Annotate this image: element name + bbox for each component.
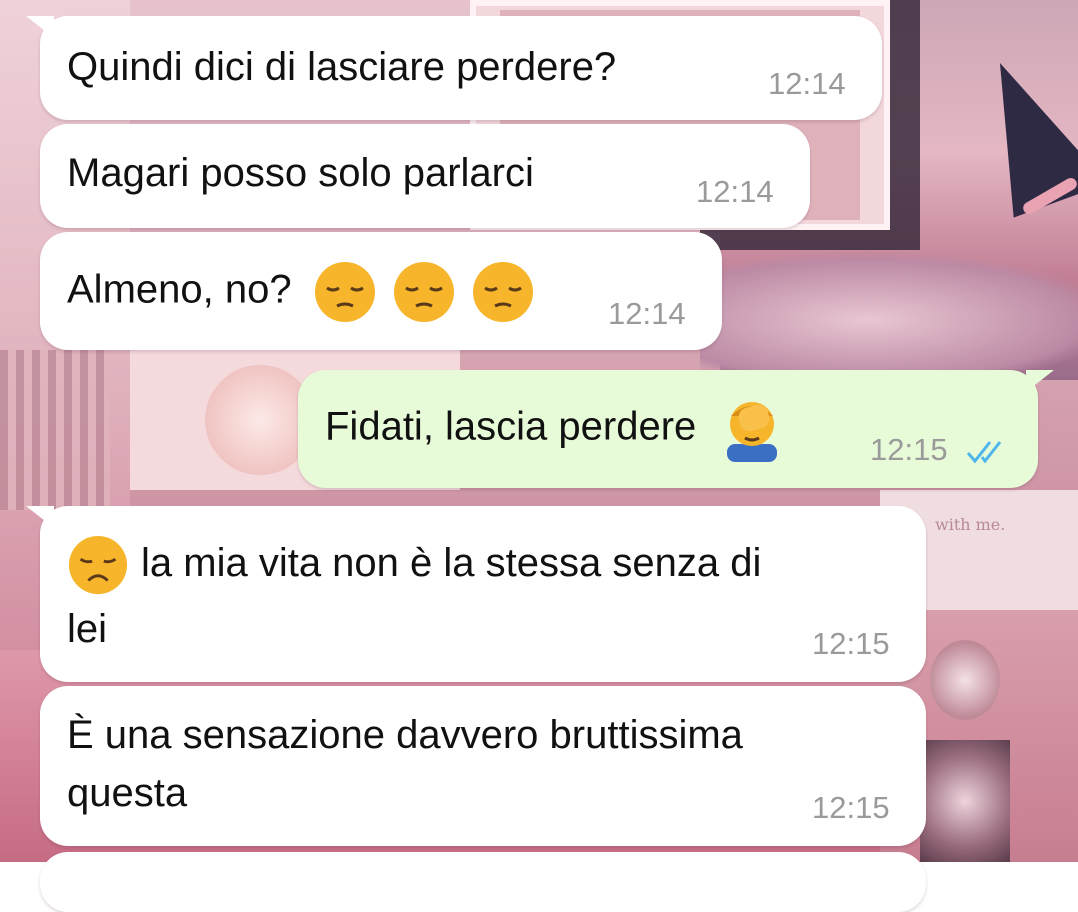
message-text: Quindi dici di lasciare perdere? bbox=[67, 45, 617, 89]
pensive-face-icon bbox=[393, 262, 454, 322]
pensive-face-icon bbox=[472, 262, 533, 322]
message-text-continued: lei bbox=[67, 607, 108, 651]
message-text-continued: questa bbox=[67, 771, 188, 815]
message-text-row: Almeno, no? bbox=[67, 260, 535, 324]
message-timestamp: 12:14 bbox=[696, 174, 774, 209]
message-timestamp: 12:15 bbox=[870, 432, 948, 467]
message-text-row: Fidati, lascia perdere bbox=[325, 396, 785, 462]
message-bubble-incoming[interactable]: Quindi dici di lasciare perdere? 12:14 bbox=[26, 16, 882, 120]
pensive-face-icon bbox=[314, 262, 375, 322]
message-text: Magari posso solo parlarci bbox=[67, 151, 534, 195]
message-timestamp: 12:14 bbox=[608, 296, 686, 331]
message-text: Almeno, no? bbox=[67, 267, 292, 312]
message-timestamp: 12:15 bbox=[812, 790, 890, 825]
message-bubble-incoming[interactable]: È una sensazione davvero bruttissima que… bbox=[40, 686, 926, 846]
message-timestamp-row: 12:15 bbox=[870, 432, 1010, 468]
message-bubble-outgoing[interactable]: Fidati, lascia perdere 12:15 bbox=[298, 370, 1054, 488]
message-text: la mia vita non è la stessa senza di bbox=[141, 541, 762, 585]
message-timestamp: 12:15 bbox=[812, 626, 890, 661]
chat-message-list[interactable]: Quindi dici di lasciare perdere? 12:14 M… bbox=[0, 0, 1078, 912]
message-timestamp: 12:14 bbox=[768, 66, 846, 101]
message-bubble-incoming[interactable]: Almeno, no? 12:14 bbox=[40, 232, 722, 350]
message-bubble-incoming[interactable]: la mia vita non è la stessa senza di lei… bbox=[26, 506, 926, 682]
message-bubble-incoming-partial[interactable] bbox=[40, 852, 926, 912]
message-text: È una sensazione davvero bruttissima bbox=[67, 713, 743, 757]
message-text-row: la mia vita non è la stessa senza di bbox=[67, 534, 761, 596]
man-facepalming-icon bbox=[727, 402, 778, 462]
message-text: Fidati, lascia perdere bbox=[325, 404, 697, 449]
message-bubble-incoming[interactable]: Magari posso solo parlarci 12:14 bbox=[40, 124, 810, 228]
double-check-read-icon bbox=[967, 440, 1002, 464]
disappointed-face-icon bbox=[68, 536, 128, 595]
